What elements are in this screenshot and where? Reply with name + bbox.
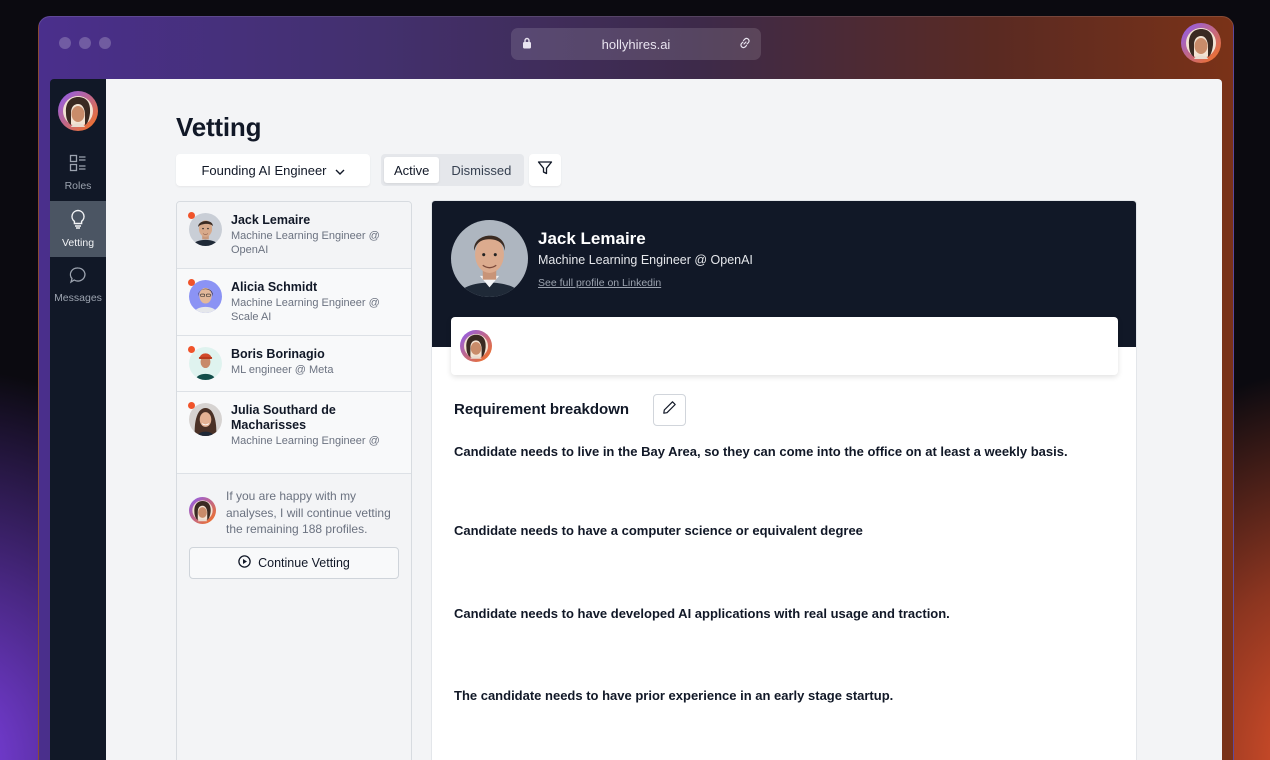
lightbulb-icon bbox=[69, 209, 87, 232]
user-avatar[interactable] bbox=[1181, 23, 1221, 63]
candidate-name: Alicia Schmidt bbox=[231, 280, 318, 294]
filter-button[interactable] bbox=[529, 154, 561, 186]
filter-icon bbox=[537, 160, 553, 181]
candidate-role: Machine Learning Engineer @ OpenAI bbox=[231, 230, 380, 256]
requirement-item: Candidate needs to live in the Bay Area,… bbox=[454, 444, 1068, 459]
candidate-list: Jack Lemaire Machine Learning Engineer @… bbox=[176, 201, 412, 760]
candidate-detail: Jack Lemaire Machine Learning Engineer @… bbox=[431, 200, 1137, 760]
candidate-role: Machine Learning Engineer @ Scale AI bbox=[231, 297, 380, 323]
list-item[interactable]: Boris Borinagio ML engineer @ Meta bbox=[177, 336, 411, 392]
browser-window: hollyhires.ai Roles Vetting Messages Vet… bbox=[38, 16, 1234, 760]
continue-vetting-button[interactable]: Continue Vetting bbox=[189, 546, 399, 579]
avatar bbox=[188, 279, 222, 313]
unread-dot bbox=[188, 212, 195, 219]
assistant-analysis-card bbox=[451, 317, 1118, 375]
tab-dismissed[interactable]: Dismissed bbox=[441, 157, 521, 183]
candidate-name: Jack Lemaire bbox=[231, 213, 311, 227]
unread-dot bbox=[188, 346, 195, 353]
assistant-avatar bbox=[460, 330, 492, 362]
candidate-role: Machine Learning Engineer @ bbox=[231, 435, 380, 447]
url-text: hollyhires.ai bbox=[601, 36, 671, 52]
role-dropdown-value: Founding AI Engineer bbox=[201, 162, 327, 178]
unread-dot bbox=[188, 402, 195, 409]
assistant-message: If you are happy with my analyses, I wil… bbox=[226, 489, 391, 536]
window-controls bbox=[59, 37, 111, 49]
candidate-role: ML engineer @ Meta bbox=[231, 364, 334, 376]
linkedin-profile-link[interactable]: See full profile on Linkedin bbox=[538, 277, 661, 289]
page-title: Vetting bbox=[176, 112, 262, 142]
sidebar-item-messages[interactable]: Messages bbox=[50, 257, 106, 313]
requirement-item: Candidate needs to have developed AI app… bbox=[454, 606, 950, 621]
avatar bbox=[188, 212, 222, 246]
message-icon bbox=[69, 266, 87, 287]
chevron-down-icon bbox=[335, 163, 345, 178]
roles-icon bbox=[69, 154, 87, 175]
main-content: Vetting Founding AI Engineer Active Dism… bbox=[106, 79, 1222, 760]
app-frame: Roles Vetting Messages Vetting Founding … bbox=[50, 79, 1222, 760]
pencil-icon bbox=[662, 400, 677, 420]
assistant-avatar[interactable] bbox=[58, 91, 98, 131]
url-bar[interactable]: hollyhires.ai bbox=[511, 28, 761, 60]
requirement-item: Candidate needs to have a computer scien… bbox=[454, 523, 863, 538]
list-item[interactable]: Alicia Schmidt Machine Learning Engineer… bbox=[177, 269, 411, 336]
avatar bbox=[451, 220, 528, 297]
sidebar: Roles Vetting Messages bbox=[50, 79, 106, 760]
sidebar-item-label: Vetting bbox=[61, 237, 95, 249]
lock-icon bbox=[522, 37, 532, 52]
status-segmented-control: Active Dismissed bbox=[381, 154, 525, 186]
avatar bbox=[188, 346, 222, 380]
unread-dot bbox=[188, 279, 195, 286]
candidate-name: Boris Borinagio bbox=[231, 347, 325, 361]
assistant-avatar bbox=[189, 497, 216, 524]
assistant-prompt: If you are happy with my analyses, I wil… bbox=[177, 474, 411, 579]
list-item[interactable]: Jack Lemaire Machine Learning Engineer @… bbox=[177, 202, 411, 269]
avatar bbox=[188, 402, 222, 436]
section-title: Requirement breakdown bbox=[454, 401, 630, 418]
requirement-item: The candidate needs to have prior experi… bbox=[454, 688, 894, 703]
play-circle-icon bbox=[238, 554, 251, 571]
sidebar-item-label: Messages bbox=[54, 292, 102, 304]
sidebar-item-label: Roles bbox=[64, 180, 92, 192]
edit-requirements-button[interactable] bbox=[653, 394, 686, 426]
profile-role: Machine Learning Engineer @ OpenAI bbox=[538, 253, 753, 267]
sidebar-item-roles[interactable]: Roles bbox=[50, 145, 106, 201]
close-dot[interactable] bbox=[59, 37, 71, 49]
profile-name: Jack Lemaire bbox=[538, 229, 646, 248]
tab-active[interactable]: Active bbox=[384, 157, 440, 183]
role-dropdown[interactable]: Founding AI Engineer bbox=[176, 154, 370, 186]
minimize-dot[interactable] bbox=[79, 37, 91, 49]
link-icon[interactable] bbox=[738, 36, 752, 53]
sidebar-item-vetting[interactable]: Vetting bbox=[50, 201, 106, 257]
list-item[interactable]: Julia Southard de Macharisses Machine Le… bbox=[177, 392, 411, 474]
maximize-dot[interactable] bbox=[99, 37, 111, 49]
candidate-name: Julia Southard de Macharisses bbox=[231, 403, 336, 432]
continue-vetting-label: Continue Vetting bbox=[258, 555, 350, 570]
